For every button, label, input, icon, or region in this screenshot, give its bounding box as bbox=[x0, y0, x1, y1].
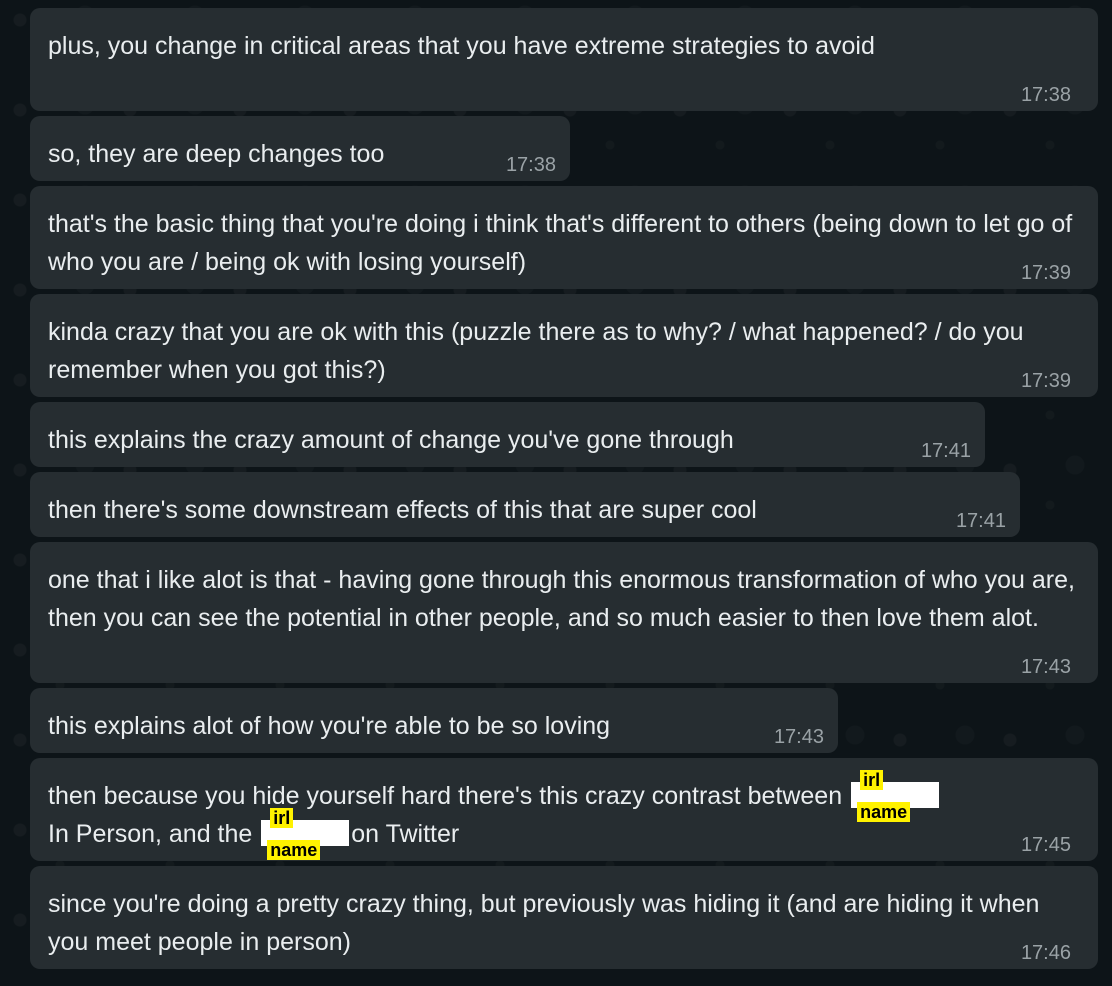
message-bubble[interactable]: plus, you change in critical areas that … bbox=[30, 8, 1098, 111]
message-time: 17:39 bbox=[1020, 370, 1071, 392]
redaction-label: irl bbox=[270, 808, 294, 828]
message-time: 17:43 bbox=[773, 726, 824, 748]
message-bubble[interactable]: this explains alot of how you're able to… bbox=[30, 688, 838, 753]
message-text-part: on Twitter bbox=[351, 820, 460, 848]
message-text: then because you hide yourself hard ther… bbox=[48, 770, 1080, 860]
message-text: that's the basic thing that you're doing… bbox=[48, 210, 1080, 276]
message-time: 17:43 bbox=[1020, 656, 1071, 678]
message-bubble[interactable]: kinda crazy that you are ok with this (p… bbox=[30, 294, 1098, 397]
message-time: 17:41 bbox=[955, 510, 1006, 532]
redaction-label: name bbox=[267, 840, 321, 860]
redacted-name: irl name bbox=[261, 808, 350, 860]
message-time: 17:45 bbox=[1020, 834, 1071, 856]
message-bubble[interactable]: this explains the crazy amount of change… bbox=[30, 402, 985, 467]
message-time: 17:46 bbox=[1020, 942, 1071, 964]
message-bubble[interactable]: then there's some downstream effects of … bbox=[30, 472, 1020, 537]
redaction-label: irl bbox=[860, 770, 884, 790]
message-text: since you're doing a pretty crazy thing,… bbox=[48, 890, 1047, 956]
message-text: this explains alot of how you're able to… bbox=[48, 712, 611, 740]
message-text-part: then because you hide yourself hard ther… bbox=[48, 782, 843, 810]
message-bubble[interactable]: then because you hide yourself hard ther… bbox=[30, 758, 1098, 861]
message-time: 17:41 bbox=[920, 440, 971, 462]
message-bubble[interactable]: one that i like alot is that - having go… bbox=[30, 542, 1098, 683]
message-bubble[interactable]: that's the basic thing that you're doing… bbox=[30, 186, 1098, 289]
message-time: 17:38 bbox=[1020, 84, 1071, 106]
redaction-label: name bbox=[857, 802, 911, 822]
message-text: plus, you change in critical areas that … bbox=[48, 32, 875, 60]
message-time: 17:39 bbox=[1020, 262, 1071, 284]
message-text: one that i like alot is that - having go… bbox=[48, 566, 1082, 632]
redacted-name: irl name bbox=[851, 770, 940, 822]
message-text: so, they are deep changes too bbox=[48, 140, 385, 168]
message-text-part: In Person, and the bbox=[48, 820, 253, 848]
message-text: kinda crazy that you are ok with this (p… bbox=[48, 318, 1031, 384]
message-text: then there's some downstream effects of … bbox=[48, 496, 757, 524]
message-text: this explains the crazy amount of change… bbox=[48, 426, 734, 454]
message-bubble[interactable]: since you're doing a pretty crazy thing,… bbox=[30, 866, 1098, 969]
message-time: 17:38 bbox=[505, 154, 556, 176]
message-bubble[interactable]: so, they are deep changes too 17:38 bbox=[30, 116, 570, 181]
